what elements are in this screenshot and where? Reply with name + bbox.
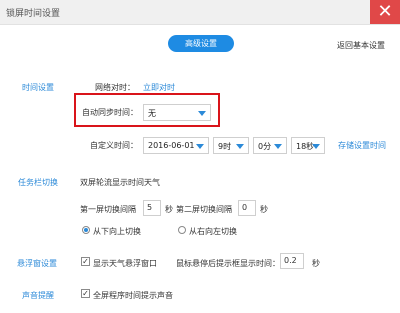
hour-value: 9时	[218, 142, 232, 151]
auto-sync-value: 无	[148, 109, 156, 118]
chevron-down-icon	[196, 144, 204, 149]
chevron-down-icon	[236, 144, 244, 149]
apply-time-link[interactable]: 存储设置时间	[338, 140, 386, 151]
first-screen-interval-label: 第一屏切换间隔	[80, 205, 136, 214]
minute-select[interactable]: 0分	[253, 137, 287, 154]
section-float-window: 悬浮窗设置	[17, 259, 57, 268]
mode-label: 双屏轮流显示时间天气	[80, 178, 160, 187]
radio-right-left[interactable]	[178, 226, 186, 234]
chevron-down-icon	[312, 144, 320, 149]
network-sync-label: 网络对时：	[95, 83, 135, 92]
date-value: 2016-06-01	[148, 141, 195, 150]
sync-now-link[interactable]: 立即对时	[143, 82, 175, 93]
title-bar: 锁屏时间设置 ✕	[0, 0, 400, 25]
advanced-settings-button[interactable]: 高级设置	[168, 35, 234, 52]
seconds-unit: 秒	[165, 205, 173, 214]
auto-sync-label: 自动同步时间：	[82, 108, 138, 117]
chevron-down-icon	[198, 111, 206, 116]
seconds-unit: 秒	[312, 259, 320, 268]
chevron-down-icon	[274, 144, 282, 149]
hourly-chime-checkbox[interactable]: ✓	[81, 289, 90, 298]
window-title: 锁屏时间设置	[6, 9, 61, 19]
section-sound-alert: 声音提醒	[22, 291, 54, 300]
radio-bottom-up[interactable]	[82, 226, 90, 234]
second-select[interactable]: 18秒	[291, 137, 325, 154]
hourly-chime-label: 全屏程序时间提示声音	[93, 291, 173, 300]
close-button[interactable]: ✕	[370, 0, 400, 24]
hide-delay-input[interactable]: 0.2	[280, 253, 304, 269]
hide-delay-label: 鼠标悬停后提示框显示时间：	[176, 259, 280, 268]
radio-right-left-label: 从右向左切换	[189, 227, 237, 236]
minute-value: 0分	[258, 142, 272, 151]
second-screen-interval-input[interactable]: 0	[238, 200, 256, 216]
show-weather-label: 显示天气悬浮窗口	[93, 259, 157, 268]
radio-bottom-up-label: 从下向上切换	[93, 227, 141, 236]
date-picker[interactable]: 2016-06-01	[143, 137, 209, 154]
auto-sync-select[interactable]: 无	[143, 104, 211, 121]
hour-select[interactable]: 9时	[213, 137, 249, 154]
section-time-settings: 时间设置	[22, 83, 54, 92]
first-screen-interval-input[interactable]: 5	[143, 200, 161, 216]
back-to-basic-link[interactable]: 返回基本设置	[337, 40, 385, 51]
second-screen-interval-label: 第二屏切换间隔	[176, 205, 232, 214]
show-weather-checkbox[interactable]: ✓	[81, 257, 90, 266]
seconds-unit: 秒	[260, 205, 268, 214]
custom-time-label: 自定义时间：	[90, 141, 138, 150]
section-task-switch: 任务栏切换	[18, 178, 58, 187]
